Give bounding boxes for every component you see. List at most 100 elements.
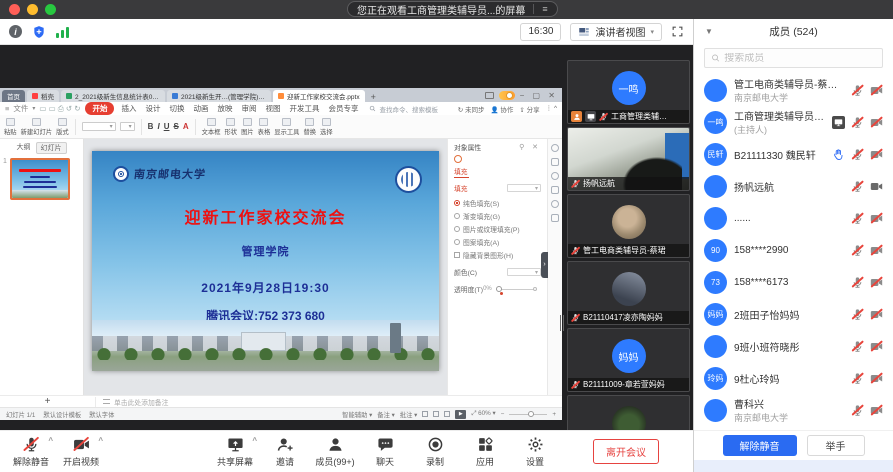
thumbnail-strip-handle[interactable] bbox=[560, 315, 564, 331]
wps-topright-1[interactable]: 👤 协作 bbox=[490, 104, 513, 114]
wps-tab-docer[interactable]: 稻壳 bbox=[27, 90, 59, 102]
slideshow-play-button[interactable]: ▶ bbox=[455, 410, 466, 419]
security-shield-icon[interactable] bbox=[32, 25, 46, 39]
slide-thumbnail[interactable] bbox=[10, 158, 70, 200]
member-search-input[interactable] bbox=[724, 53, 876, 64]
wps-menu-开始[interactable]: 开始 bbox=[85, 102, 114, 115]
ribbon-图片[interactable]: 图片 bbox=[241, 118, 254, 136]
wps-menu-会员专享[interactable]: 会员专享 bbox=[326, 103, 360, 114]
wps-topright-2[interactable]: ⇪ 分享 bbox=[519, 104, 539, 114]
wps-menu-审阅[interactable]: 审阅 bbox=[239, 103, 258, 114]
fill-option[interactable]: 图案填充(A) bbox=[454, 237, 541, 247]
strip-icon-4[interactable] bbox=[551, 186, 559, 194]
member-row[interactable]: 管工电商类辅导员-蔡珺 (我)南京邮电大学 bbox=[704, 74, 883, 106]
invite-button[interactable]: 邀请 bbox=[260, 436, 310, 468]
banner-menu-icon[interactable]: ≡ bbox=[533, 4, 547, 14]
zoom-window-button[interactable] bbox=[45, 4, 56, 15]
wps-file-menu[interactable]: ≡文件▾ ▭ ▭ ⎙ ↺ ↻ bbox=[5, 103, 80, 114]
chat-button[interactable]: 聊天 bbox=[360, 436, 410, 468]
style-S[interactable]: S bbox=[173, 122, 178, 131]
video-tile-1[interactable]: 一鸣工商管理类辅… bbox=[567, 60, 690, 124]
style-A[interactable]: A bbox=[183, 122, 189, 131]
unmute-button[interactable]: 解除静音 bbox=[723, 435, 797, 456]
strip-icon-3[interactable] bbox=[551, 172, 559, 180]
person-button[interactable]: 成员(99+) bbox=[310, 436, 360, 468]
notes-placeholder[interactable]: 单击此处添加备注 bbox=[96, 397, 168, 407]
member-row[interactable]: 73158****6173 bbox=[704, 266, 883, 298]
wps-tab-ppt[interactable]: 迎新工作家校交流会.pptx bbox=[273, 90, 365, 102]
new-slide-button[interactable]: + bbox=[0, 397, 96, 407]
caret-icon[interactable]: ^ bbox=[252, 436, 257, 445]
fullscreen-icon[interactable] bbox=[671, 25, 684, 38]
meeting-info-icon[interactable]: i bbox=[9, 25, 22, 38]
status-批注[interactable]: 批注 ▾ bbox=[400, 410, 418, 419]
split-view-icon[interactable] bbox=[485, 92, 494, 99]
close-window-button[interactable] bbox=[9, 4, 20, 15]
member-row[interactable]: 妈妈2班田子怡妈妈 bbox=[704, 298, 883, 330]
wps-menu-设计[interactable]: 设计 bbox=[143, 103, 162, 114]
member-row[interactable]: 民轩B21111330 魏民轩 bbox=[704, 138, 883, 170]
color-dropdown[interactable]: ▾ bbox=[507, 268, 541, 276]
mic-button[interactable]: ^解除静音 bbox=[6, 436, 56, 468]
ribbon-文本框[interactable]: 文本框 bbox=[202, 118, 221, 136]
meeting-timer[interactable]: 16:30 bbox=[520, 23, 561, 41]
minimize-window-button[interactable] bbox=[27, 4, 38, 15]
collapse-panel-icon[interactable]: ▼ bbox=[705, 27, 713, 36]
fill-option[interactable]: 纯色填充(S) bbox=[454, 198, 541, 208]
member-row[interactable]: 曹科兴南京邮电大学 bbox=[704, 394, 883, 426]
zoom-level[interactable]: ⤢ 60% ▾ bbox=[471, 410, 495, 418]
wps-left-tab-大纲[interactable]: 大纲 bbox=[17, 142, 31, 154]
wps-tab-home[interactable]: 首页 bbox=[2, 90, 25, 102]
ribbon-显示工具[interactable]: 显示工具 bbox=[274, 118, 299, 136]
network-signal-icon[interactable] bbox=[56, 26, 69, 38]
style-I[interactable]: I bbox=[157, 122, 159, 131]
font-style-buttons[interactable]: BIUSA bbox=[148, 122, 189, 131]
pin-and-close-icons[interactable]: ⚲ ✕ bbox=[519, 143, 541, 151]
ribbon-形状[interactable]: 形状 bbox=[224, 118, 237, 136]
ribbon-粘贴[interactable]: 粘贴 bbox=[4, 118, 17, 136]
wps-menu-开发工具[interactable]: 开发工具 bbox=[287, 103, 321, 114]
sorter-view-icon[interactable] bbox=[433, 411, 439, 417]
fill-preset-dropdown[interactable]: ▾ bbox=[507, 184, 541, 192]
wps-slide-canvas[interactable]: 南京邮电大学 迎新工作家校交流会 管理学院 2021年9月28日19:30 腾讯… bbox=[84, 139, 447, 395]
wps-tab-sheet[interactable]: 2_2021级新生信息统计表04.30(1) bbox=[61, 90, 165, 102]
status-智能辅助[interactable]: 智能辅助 ▾ bbox=[342, 410, 372, 419]
video-tile-6[interactable] bbox=[567, 395, 690, 430]
ribbon-表格[interactable]: 表格 bbox=[258, 118, 271, 136]
zoom-slider[interactable] bbox=[509, 414, 547, 415]
ribbon-替换[interactable]: 替换 bbox=[303, 118, 316, 136]
apps-button[interactable]: 应用 bbox=[460, 436, 510, 468]
alpha-slider[interactable] bbox=[496, 289, 537, 290]
presentation-slide[interactable]: 南京邮电大学 迎新工作家校交流会 管理学院 2021年9月28日19:30 腾讯… bbox=[92, 151, 439, 371]
leave-meeting-button[interactable]: 离开会议 bbox=[593, 439, 659, 464]
read-view-icon[interactable] bbox=[444, 411, 450, 417]
ribbon-选择[interactable]: 选择 bbox=[320, 118, 333, 136]
ribbon-版式[interactable]: 版式 bbox=[56, 118, 69, 136]
wps-more-icon[interactable]: ⋮ ^ bbox=[546, 104, 557, 114]
normal-view-icon[interactable] bbox=[422, 411, 428, 417]
font-name-select[interactable]: ▾ bbox=[82, 122, 116, 131]
fill-option[interactable]: 渐变填充(G) bbox=[454, 211, 541, 221]
font-size-select[interactable]: ▾ bbox=[120, 122, 135, 131]
raise-hand-button[interactable]: 举手 bbox=[807, 435, 865, 456]
wps-menu-动画[interactable]: 动画 bbox=[191, 103, 210, 114]
ribbon-新建幻灯片[interactable]: 新建幻灯片 bbox=[21, 118, 52, 136]
member-row[interactable]: 9班小班符晓彤 bbox=[704, 330, 883, 362]
wps-min-max-close[interactable]: − ▢ ✕ bbox=[520, 91, 558, 100]
screen-button[interactable]: ^共享屏幕 bbox=[210, 436, 260, 468]
fill-tab[interactable]: 填充 bbox=[454, 166, 469, 178]
shape-style-icon[interactable] bbox=[454, 155, 462, 163]
style-U[interactable]: U bbox=[164, 122, 170, 131]
fill-option[interactable]: 隐藏背景图形(H) bbox=[454, 250, 541, 260]
wps-menu-插入[interactable]: 插入 bbox=[119, 103, 138, 114]
member-search-box[interactable] bbox=[704, 48, 883, 68]
status-备注[interactable]: 备注 ▾ bbox=[377, 410, 395, 419]
zoom-out-button[interactable]: − bbox=[501, 411, 505, 418]
caret-icon[interactable]: ^ bbox=[98, 436, 103, 445]
caret-icon[interactable]: ^ bbox=[48, 436, 53, 445]
vip-account-badge[interactable] bbox=[499, 91, 515, 100]
gear-button[interactable]: 设置 bbox=[510, 436, 560, 468]
wps-menu-切换[interactable]: 切换 bbox=[167, 103, 186, 114]
video-tile-2[interactable]: 扬帆远航 bbox=[567, 127, 690, 191]
style-B[interactable]: B bbox=[148, 122, 154, 131]
